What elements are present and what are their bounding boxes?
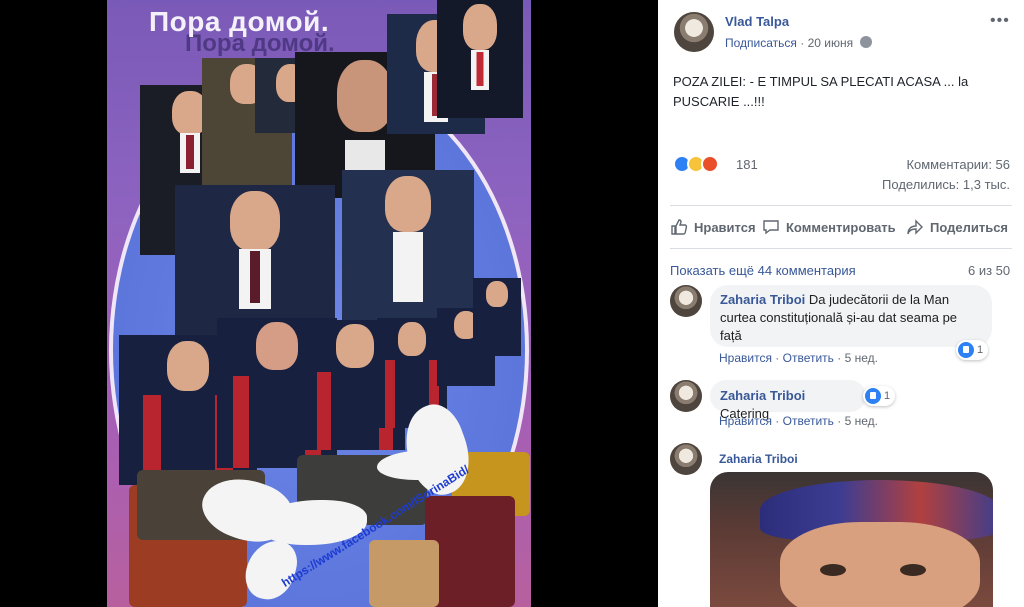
comment-icon [763, 220, 779, 235]
person-figure [342, 170, 474, 325]
comment-actions: Нравится · Ответить · 5 нед. [719, 414, 878, 428]
comment-reaction-badge[interactable]: 1 [863, 386, 896, 406]
like-button[interactable]: Нравится [670, 212, 756, 242]
globe-icon [860, 36, 873, 48]
share-button-label: Поделиться [930, 219, 1009, 235]
comment-bubble: Zaharia Triboi Da judecătorii de la Man … [710, 285, 992, 347]
comment-reply-link[interactable]: Ответить [783, 414, 834, 428]
links-separator: · [837, 351, 845, 365]
comment-button-label: Комментировать [786, 219, 896, 235]
comments-count[interactable]: Комментарии: 56 [906, 157, 1010, 172]
like-button-label: Нравится [694, 219, 756, 235]
commenter-avatar[interactable] [670, 285, 702, 317]
comment-age[interactable]: 5 нед. [845, 351, 878, 365]
post-text: POZA ZILEI: - E TIMPUL SA PLECATI ACASA … [673, 74, 969, 109]
divider [670, 248, 1012, 249]
comment-media-image[interactable] [710, 472, 993, 607]
meta-separator: · [800, 36, 808, 50]
subscribe-link[interactable]: Подписаться [725, 36, 797, 50]
suitcase [369, 540, 439, 607]
comment-author[interactable]: Zaharia Triboi [719, 452, 798, 466]
comment-reaction-count: 1 [977, 344, 984, 356]
facebook-photo-viewer: Пора домой. Пора домой. https://www.face… [0, 0, 1024, 607]
links-separator: · [775, 351, 783, 365]
share-icon [907, 219, 923, 235]
commenter-avatar[interactable] [670, 380, 702, 412]
photo-viewer: Пора домой. Пора домой. https://www.face… [0, 0, 658, 607]
shares-count[interactable]: Поделились: 1,3 тыс. [882, 177, 1010, 192]
comment-button[interactable]: Комментировать [762, 212, 896, 242]
post-meta: Подписаться · 20 июня [725, 36, 873, 50]
show-more-comments-link[interactable]: Показать ещё 44 комментария [670, 263, 856, 278]
more-dots-icon[interactable]: ••• [990, 12, 1010, 30]
angry-reaction-icon [701, 155, 719, 173]
post-sidebar: Vlad Talpa Подписаться · 20 июня ••• POZ… [658, 0, 1024, 607]
comment-reply-link[interactable]: Ответить [783, 351, 834, 365]
post-date[interactable]: 20 июня [808, 36, 854, 50]
like-icon [958, 342, 974, 358]
photo-title: Пора домой. [149, 6, 330, 37]
post-photo[interactable]: Пора домой. Пора домой. https://www.face… [107, 0, 531, 607]
links-separator: · [837, 414, 845, 428]
comment-bubble: Zaharia Triboi Catering [710, 380, 866, 421]
post-author-name[interactable]: Vlad Talpa [725, 14, 789, 29]
divider [670, 205, 1012, 206]
links-separator: · [775, 414, 783, 428]
share-button[interactable]: Поделиться [906, 212, 1008, 242]
comment-actions: Нравится · Ответить · 5 нед. [719, 351, 878, 365]
comment-reaction-badge[interactable]: 1 [956, 340, 989, 360]
comments-page-count: 6 из 50 [968, 263, 1011, 278]
comment-author[interactable]: Zaharia Triboi [720, 292, 805, 307]
reaction-icons[interactable] [673, 155, 733, 175]
like-icon [671, 219, 688, 235]
comment-age[interactable]: 5 нед. [845, 414, 878, 428]
judge-figure [473, 278, 521, 356]
author-avatar[interactable] [674, 12, 714, 52]
like-icon [865, 388, 881, 404]
person-figure [437, 0, 523, 118]
comment-author[interactable]: Zaharia Triboi [720, 388, 805, 403]
commenter-avatar[interactable] [670, 443, 702, 475]
comment-like-link[interactable]: Нравится [719, 351, 772, 365]
comment-reaction-count: 1 [884, 390, 891, 402]
comment-like-link[interactable]: Нравится [719, 414, 772, 428]
reactions-count[interactable]: 181 [736, 157, 758, 172]
